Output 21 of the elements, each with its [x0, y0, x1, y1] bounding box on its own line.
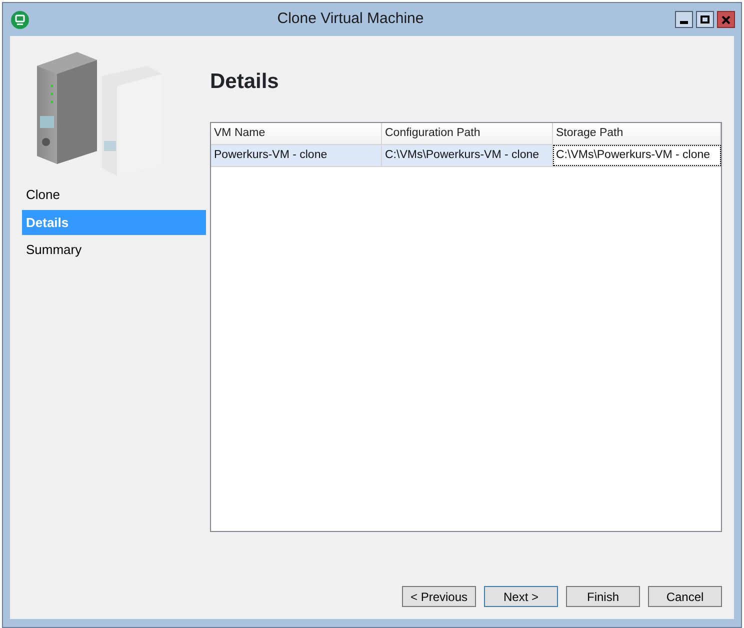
app-icon: [11, 10, 29, 28]
close-icon: [721, 14, 731, 24]
table-cell: Powerkurs-VM - clone: [211, 144, 382, 166]
column-header[interactable]: Storage Path: [553, 122, 721, 144]
table-cell: C:\VMs\Powerkurs-VM - clone: [553, 144, 721, 166]
maximize-icon: [700, 14, 710, 24]
maximize-button[interactable]: [696, 11, 714, 28]
sidebar-item[interactable]: Summary: [22, 237, 206, 262]
page-heading: Details: [210, 69, 280, 95]
table-row[interactable]: Powerkurs-VM - clone C:\VMs\Powerkurs-VM - clone C:\VMs\Powerkurs-VM - clone: [211, 144, 721, 167]
sidebar-item[interactable]: Clone: [22, 182, 206, 208]
wizard-button[interactable]: Finish: [566, 586, 640, 607]
window-title: Clone Virtual Machine: [276, 9, 425, 30]
close-button[interactable]: [717, 11, 735, 28]
wizard-button[interactable]: < Previous: [402, 586, 476, 607]
wizard-button[interactable]: Next >: [484, 586, 558, 607]
minimize-button[interactable]: [675, 11, 693, 28]
column-header[interactable]: Configuration Path: [382, 122, 553, 144]
column-header[interactable]: VM Name: [211, 122, 382, 144]
minimize-icon: [680, 20, 688, 24]
wizard-button[interactable]: Cancel: [648, 586, 722, 607]
